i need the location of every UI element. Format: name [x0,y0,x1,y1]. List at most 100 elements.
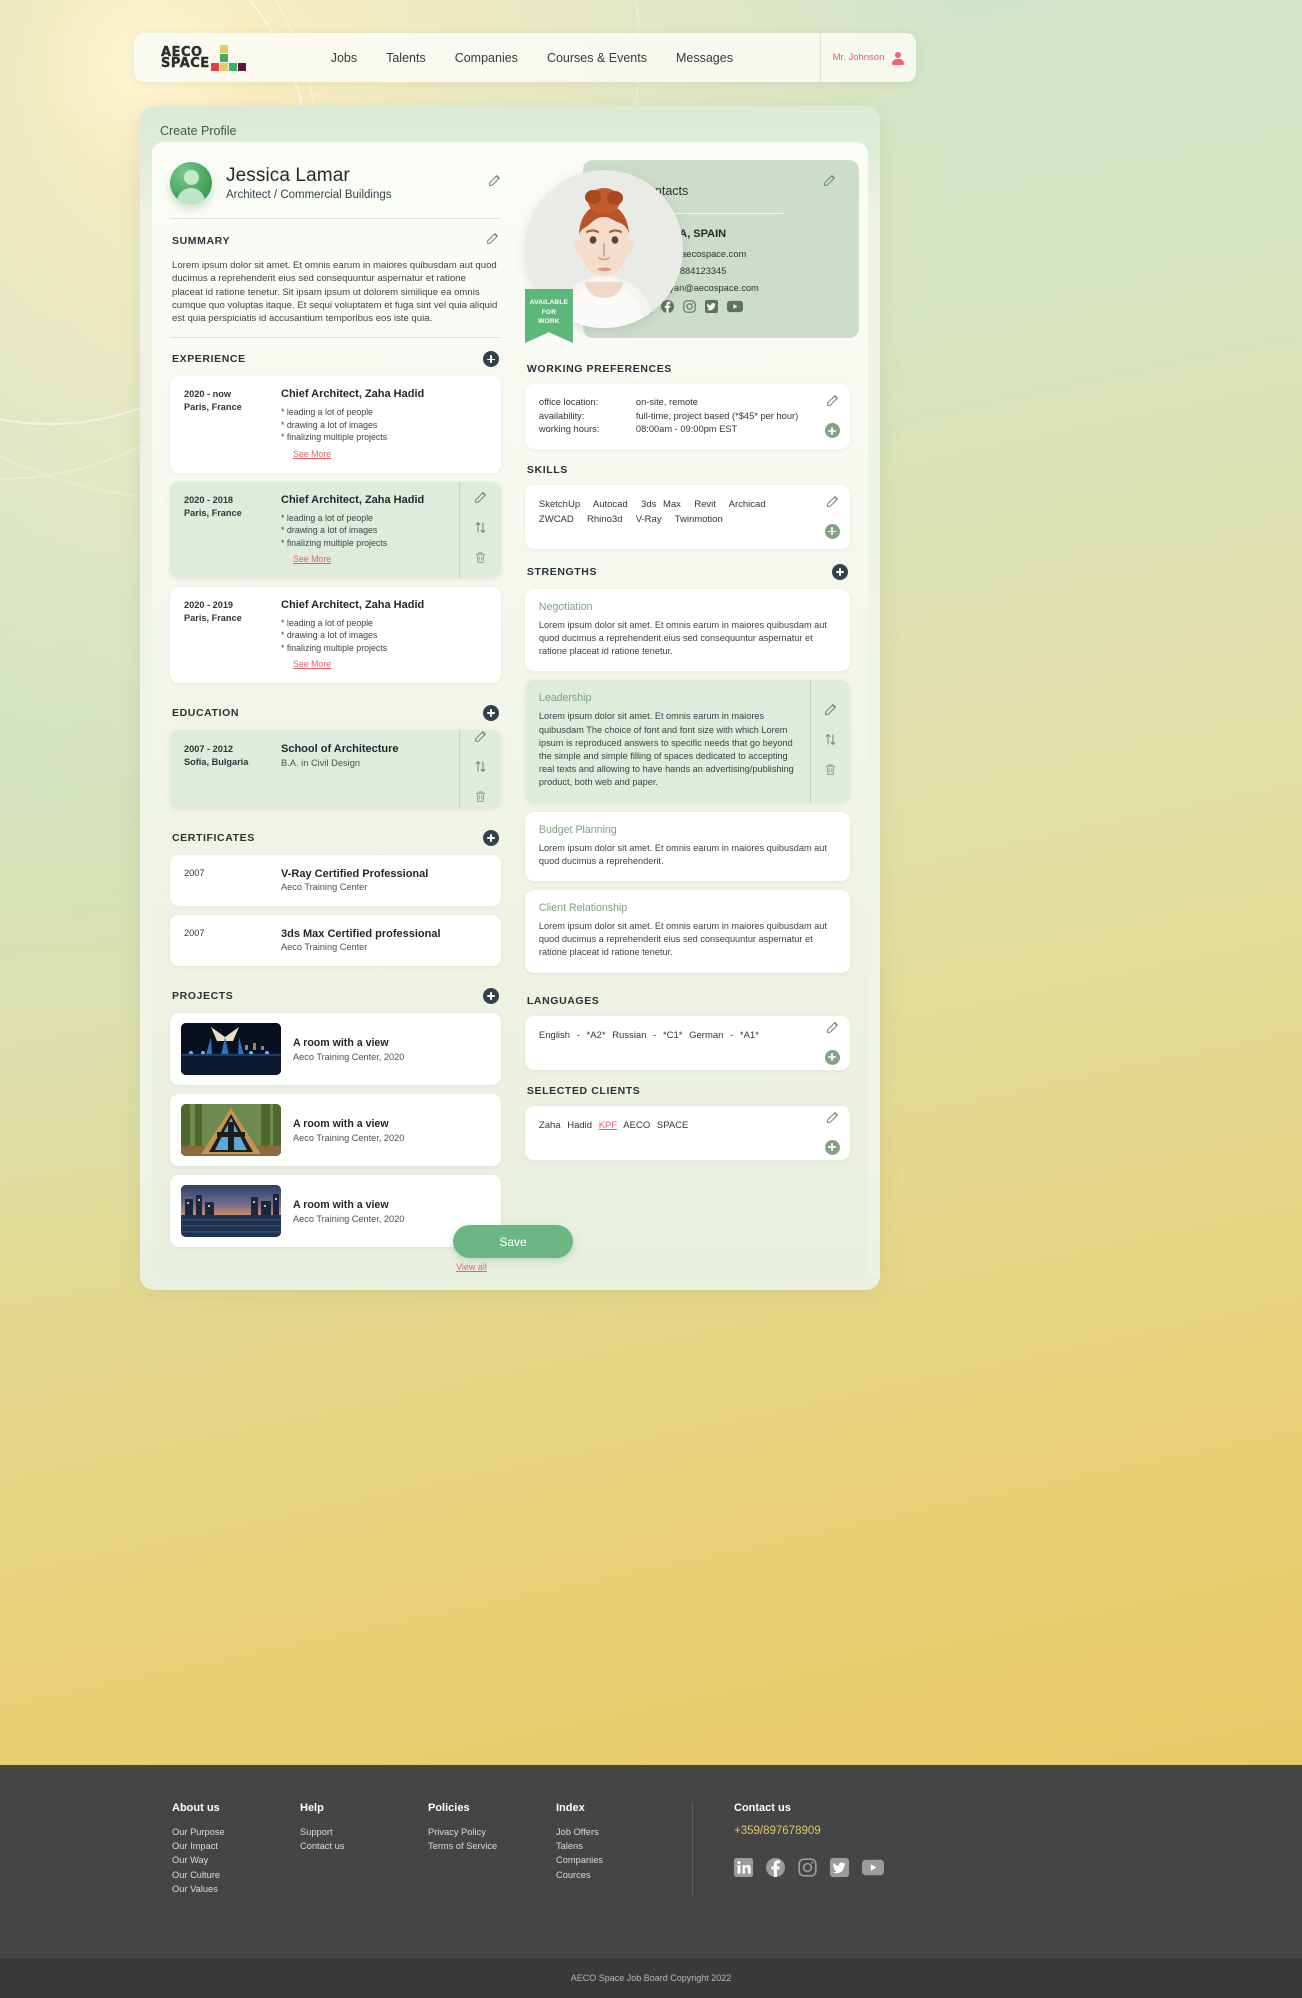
delete-icon [475,791,485,803]
nav-link-courses-events[interactable]: Courses & Events [547,51,647,65]
footer-link[interactable]: Cources [556,1868,692,1882]
footer-link[interactable]: Our Values [172,1882,300,1896]
languages-text: English - *A2* Russian - *C1* German - *… [538,1029,759,1041]
footer-social-link[interactable] [862,1858,884,1881]
footer-link[interactable]: Privacy Policy [428,1825,556,1839]
footer-social-link[interactable] [766,1858,785,1881]
experience-bullets: * leading a lot of people * drawing a lot… [281,406,489,443]
reorder-item-button[interactable] [474,521,487,539]
see-more-link[interactable]: See More [293,659,331,669]
footer-link[interactable]: Job Offers [556,1825,692,1839]
experience-item[interactable]: 2020 - now Paris, France Chief Architect… [170,376,501,473]
edit-working-preferences-button[interactable] [826,394,839,412]
experience-list: 2020 - now Paris, France Chief Architect… [170,376,501,684]
contacts-social-link[interactable] [660,300,674,318]
footer-link[interactable]: Our Culture [172,1868,300,1882]
edit-languages-button[interactable] [826,1021,839,1039]
add-certificate-button[interactable] [482,830,499,847]
edit-icon [487,232,499,244]
nav-link-talents[interactable]: Talents [386,51,426,65]
footer-phone[interactable]: +359/897678909 [734,1825,892,1837]
edit-icon [824,174,836,186]
edit-item-button[interactable] [824,703,837,721]
add-language-button[interactable] [824,1049,840,1065]
footer-link[interactable]: Our Impact [172,1839,300,1853]
save-button[interactable]: Save [453,1225,573,1258]
skill-chip[interactable]: Autocad [593,499,628,510]
skill-chip[interactable]: ZWCAD [539,514,574,525]
add-education-button[interactable] [482,705,499,722]
education-school: School of Architecture [281,743,399,756]
experience-item[interactable]: 2020 - 2019 Paris, France Chief Architec… [170,586,501,684]
skill-chip[interactable]: Revit [694,499,716,510]
skill-chip[interactable]: Rhino3d [587,514,622,525]
add-working-preference-button[interactable] [824,423,840,439]
add-project-button[interactable] [482,988,499,1005]
contacts-social-link[interactable] [704,300,718,318]
edit-summary-button[interactable] [486,232,499,250]
strength-text: Lorem ipsum dolor sit amet. Et omnis ear… [538,619,827,657]
project-item[interactable]: A room with a view Aeco Training Center,… [170,1094,501,1167]
user-menu[interactable]: Mr. Johnson [820,33,916,82]
strengths-heading: STRENGTHS [526,565,598,578]
add-experience-button[interactable] [482,351,499,368]
footer-social-link[interactable] [798,1858,817,1881]
delete-item-button[interactable] [474,790,487,808]
view-all-projects-link[interactable]: View all [170,1256,501,1272]
experience-item[interactable]: 2020 - 2018 Paris, France Chief Architec… [170,481,501,578]
languages-tools [814,1016,850,1070]
footer-social-link[interactable] [830,1858,849,1881]
reorder-item-button[interactable] [824,733,837,751]
reorder-item-button[interactable] [474,760,487,778]
nav-link-companies[interactable]: Companies [455,51,518,65]
delete-item-button[interactable] [474,551,487,569]
edit-contacts-button[interactable] [823,174,836,192]
skill-chip[interactable]: SketchUp [539,499,580,510]
footer-link[interactable]: Companies [556,1853,692,1867]
skill-chip[interactable]: 3ds Max [641,499,681,510]
skill-chip[interactable]: V-Ray [636,514,662,525]
strength-item[interactable]: Client Relationship Lorem ipsum dolor si… [524,890,850,973]
experience-bullet: * leading a lot of people [281,512,373,523]
add-skill-button[interactable] [824,523,840,539]
see-more-link[interactable]: See More [293,554,331,564]
client-highlight[interactable]: KPF [599,1120,617,1131]
nav-link-jobs[interactable]: Jobs [331,51,357,65]
certificate-item[interactable]: 2007 3ds Max Certified professional Aeco… [170,915,501,967]
strength-item[interactable]: Leadership Lorem ipsum dolor sit amet. E… [524,680,850,803]
skill-chip[interactable]: Archicad [729,499,766,510]
certificate-item[interactable]: 2007 V-Ray Certified Professional Aeco T… [170,855,501,907]
footer-link[interactable]: Our Purpose [172,1825,300,1839]
contacts-social-link[interactable] [726,300,743,318]
see-more-link[interactable]: See More [293,449,331,459]
reorder-icon [475,761,486,773]
footer-link[interactable]: Support [300,1825,428,1839]
strength-item[interactable]: Negotiation Lorem ipsum dolor sit amet. … [524,588,850,672]
strength-item[interactable]: Budget Planning Lorem ipsum dolor sit am… [524,811,850,882]
project-item[interactable]: A room with a view Aeco Training Center,… [170,1013,501,1086]
add-strength-button[interactable] [832,563,848,580]
contacts-social-link[interactable] [683,300,696,318]
footer-link[interactable]: Our Way [172,1853,300,1867]
strengths-section-header: STRENGTHS [525,551,850,589]
card-tools [810,680,850,803]
footer-link[interactable]: Terms of Service [428,1839,556,1853]
footer-link[interactable]: Talens [556,1839,692,1853]
footer-column-title: Help [300,1802,324,1814]
edit-item-button[interactable] [474,491,487,509]
edit-item-button[interactable] [474,730,487,748]
delete-item-button[interactable] [824,763,837,781]
add-selected-client-button[interactable] [824,1139,840,1155]
edit-selected-clients-button[interactable] [826,1111,839,1129]
skill-chip[interactable]: Twinmotion [675,514,723,525]
delete-icon [826,763,835,775]
edit-skills-button[interactable] [826,495,839,513]
edit-profile-button[interactable] [488,174,501,192]
strength-text: Lorem ipsum dolor sit amet. Et omnis ear… [538,921,827,958]
footer-social-link[interactable] [734,1858,753,1881]
footer-link[interactable]: Contact us [300,1839,428,1853]
brand-logo[interactable]: AECO SPACE [161,44,246,71]
nav-link-messages[interactable]: Messages [676,51,733,65]
project-item[interactable]: A room with a view Aeco Training Center,… [170,1175,501,1248]
education-item[interactable]: 2007 - 2012 Sofia, Bulgaria School of Ar… [170,730,501,809]
